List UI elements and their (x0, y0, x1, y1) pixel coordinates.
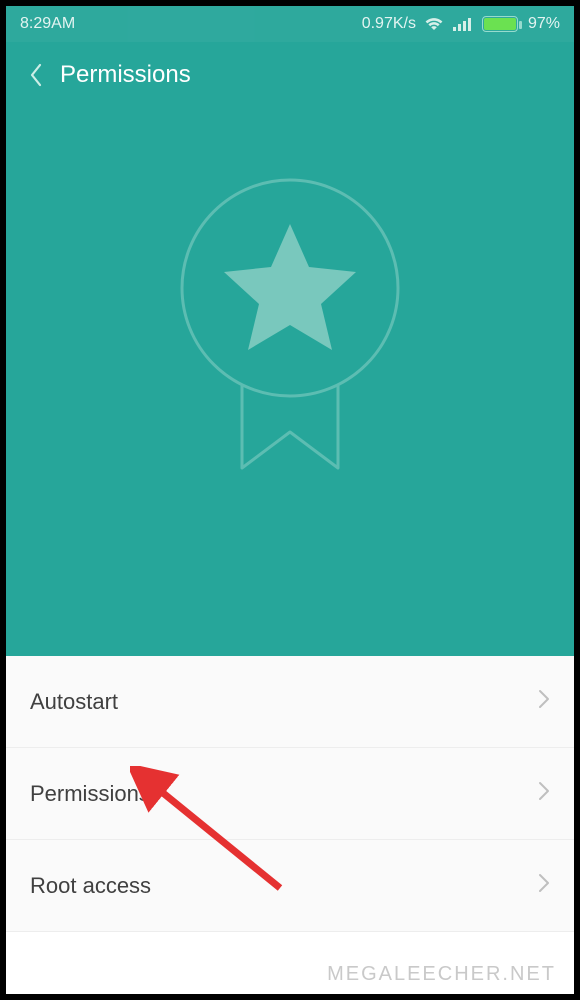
back-button[interactable] (20, 60, 50, 90)
chevron-left-icon (29, 63, 43, 87)
page-title: Permissions (60, 61, 191, 89)
menu-item-label: Permissions (30, 781, 538, 807)
chevron-right-icon (538, 781, 550, 807)
watermark-text: MEGALEECHER.NET (327, 963, 556, 986)
chevron-right-icon (538, 689, 550, 715)
menu-item-label: Root access (30, 873, 538, 899)
battery-icon (480, 16, 520, 32)
menu-item-label: Autostart (30, 689, 538, 715)
status-speed: 0.97K/s (362, 15, 416, 33)
chevron-right-icon (538, 873, 550, 899)
wifi-icon (424, 16, 444, 32)
status-bar: 8:29AM 0.97K/s 97% (6, 6, 574, 42)
status-time: 8:29AM (20, 15, 75, 32)
menu-item-permissions[interactable]: Permissions (6, 748, 574, 840)
menu-item-root-access[interactable]: Root access (6, 840, 574, 932)
badge-icon (160, 168, 420, 488)
menu-item-autostart[interactable]: Autostart (6, 656, 574, 748)
device-screen: 8:29AM 0.97K/s 97% (6, 6, 574, 994)
app-header: Permissions (6, 42, 574, 108)
settings-menu: Autostart Permissions Root access (6, 656, 574, 932)
status-battery-pct: 97% (528, 15, 560, 33)
hero-area (6, 108, 574, 656)
signal-icon (452, 16, 472, 32)
